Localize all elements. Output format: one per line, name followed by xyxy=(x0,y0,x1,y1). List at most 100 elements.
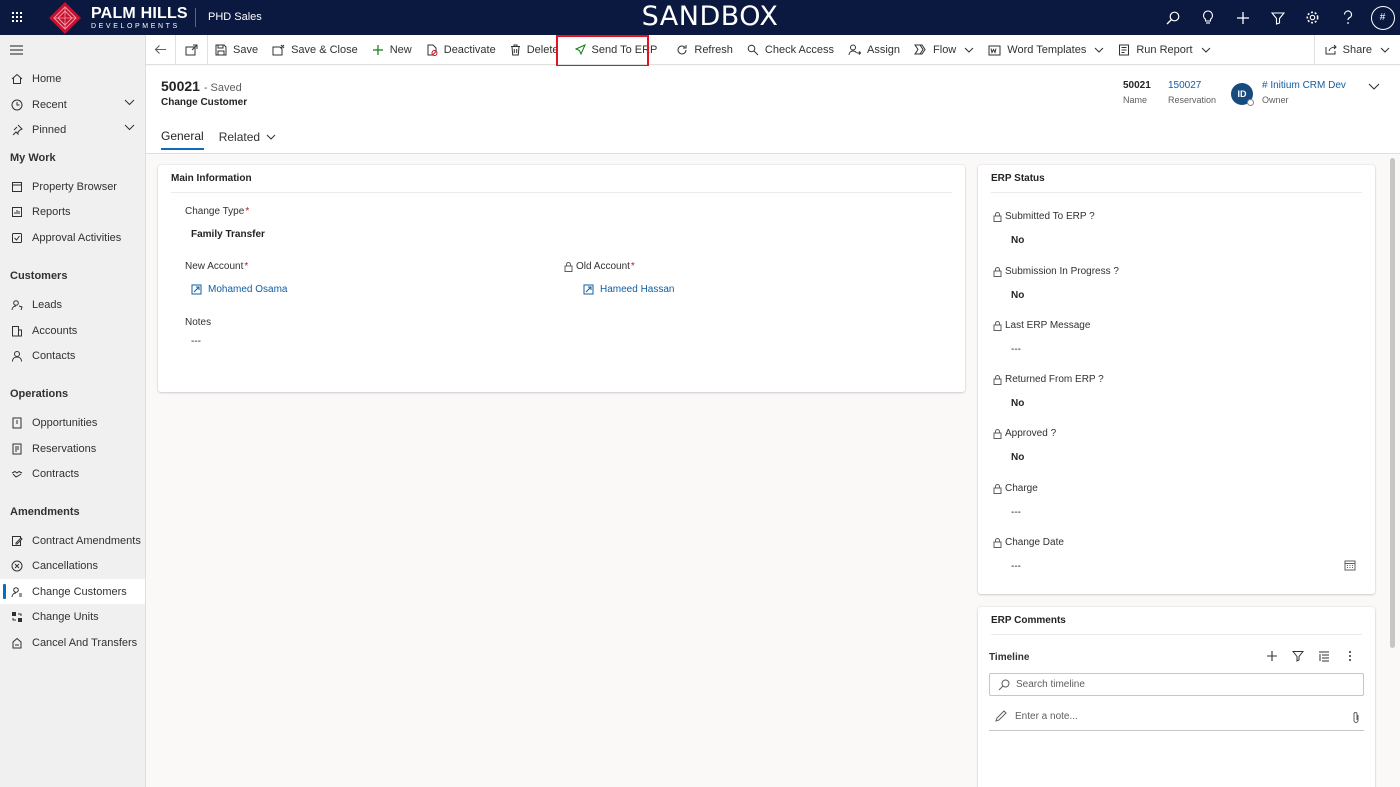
topbar-actions: # xyxy=(1155,0,1400,35)
form-scrollbar[interactable] xyxy=(1390,158,1395,648)
gear-icon[interactable] xyxy=(1295,0,1330,35)
header-reservation-label: Reservation xyxy=(1168,95,1217,105)
chevron-down-icon[interactable] xyxy=(124,124,135,131)
save-close-icon xyxy=(272,44,285,55)
charge-value: --- xyxy=(1011,507,1021,518)
returned-from-erp-label-text: Returned From ERP ? xyxy=(1005,374,1104,385)
old-account-lookup[interactable]: Hameed Hassan xyxy=(583,284,674,295)
app-launcher-waffle-icon[interactable] xyxy=(6,6,28,28)
sidebar-item-contacts[interactable]: Contacts xyxy=(0,343,145,368)
deactivate-label: Deactivate xyxy=(443,43,496,56)
timeline-title: Timeline xyxy=(989,652,1030,663)
sidebar-item-leads[interactable]: Leads xyxy=(0,292,145,317)
record-title: 50021 - Saved xyxy=(161,78,242,94)
returned-from-erp-label: Returned From ERP ? xyxy=(993,374,1104,385)
tab-related[interactable]: Related xyxy=(219,124,276,150)
owner-link[interactable]: # Initium CRM Dev xyxy=(1262,80,1346,91)
sidebar-group-operations: Operations xyxy=(10,388,69,400)
filter-icon[interactable] xyxy=(1260,0,1295,35)
app-name[interactable]: PHD Sales xyxy=(208,11,262,23)
sidebar-item-label: Change Customers xyxy=(32,585,127,598)
sidebar-item-reports[interactable]: Reports xyxy=(0,199,145,224)
erp-comments-section: ERP Comments Timeline Search timeline En… xyxy=(978,607,1375,787)
submitted-to-erp-label-text: Submitted To ERP ? xyxy=(1005,211,1095,222)
enter-note-input[interactable]: Enter a note... xyxy=(989,702,1364,731)
sidebar-item-cancellations[interactable]: Cancellations xyxy=(0,553,145,578)
flow-button[interactable]: Flow xyxy=(907,35,981,65)
plus-icon[interactable] xyxy=(1225,0,1260,35)
back-button[interactable] xyxy=(146,35,175,65)
lightbulb-icon[interactable] xyxy=(1190,0,1225,35)
sidebar-item-contract-amendments[interactable]: Contract Amendments xyxy=(0,528,145,553)
sidebar-item-pinned[interactable]: Pinned xyxy=(0,117,145,142)
account-lookup-icon xyxy=(191,284,202,295)
word-templates-button[interactable]: Word Templates xyxy=(981,35,1111,65)
new-account-lookup[interactable]: Mohamed Osama xyxy=(191,284,287,295)
chevron-down-icon[interactable] xyxy=(124,99,135,106)
user-profile-button[interactable]: # xyxy=(1365,0,1400,35)
sort-list-icon[interactable] xyxy=(1311,650,1337,662)
sidebar-item-opportunities[interactable]: Opportunities xyxy=(0,410,145,435)
filter-icon[interactable] xyxy=(1285,650,1311,662)
save-icon xyxy=(215,44,227,55)
open-new-window-button[interactable] xyxy=(176,35,207,65)
share-button[interactable]: Share xyxy=(1315,35,1400,65)
approved-label-text: Approved ? xyxy=(1005,428,1057,439)
reservation-link[interactable]: 150027 xyxy=(1168,80,1216,91)
change-type-label: Change Type * xyxy=(185,206,249,217)
sidebar-item-label: Change Units xyxy=(32,610,99,623)
sidebar-item-label: Reservations xyxy=(32,442,97,455)
last-erp-message-label: Last ERP Message xyxy=(993,320,1090,331)
more-options-icon[interactable] xyxy=(1337,650,1363,662)
last-erp-message-value: --- xyxy=(1011,344,1021,355)
sidebar-item-change-units[interactable]: Change Units xyxy=(0,604,145,629)
sidebar-item-contracts[interactable]: Contracts xyxy=(0,461,145,486)
report-icon xyxy=(1119,44,1130,55)
sidebar-item-recent[interactable]: Recent xyxy=(0,92,145,117)
refresh-button[interactable]: Refresh xyxy=(669,35,740,65)
sidebar-item-change-customers[interactable]: Change Customers xyxy=(0,579,145,604)
help-icon[interactable] xyxy=(1330,0,1365,35)
sidebar-item-cancel-and-transfers[interactable]: Cancel And Transfers xyxy=(0,630,145,655)
submitted-to-erp-label: Submitted To ERP ? xyxy=(993,211,1095,222)
calendar-icon[interactable] xyxy=(1344,559,1356,571)
section-divider xyxy=(991,634,1362,635)
save-and-close-button[interactable]: Save & Close xyxy=(265,35,365,65)
run-report-button[interactable]: Run Report xyxy=(1111,35,1217,65)
deactivate-button[interactable]: Deactivate xyxy=(419,35,503,65)
search-timeline-input[interactable]: Search timeline xyxy=(989,673,1364,696)
sidebar-item-property-browser[interactable]: Property Browser xyxy=(0,174,145,199)
save-button[interactable]: Save xyxy=(208,35,265,65)
submitted-to-erp-value: No xyxy=(1011,235,1025,246)
new-account-value: Mohamed Osama xyxy=(208,284,288,295)
palm-hills-logo: PALM HILLS DEVELOPMENTS xyxy=(47,1,188,35)
new-button[interactable]: New xyxy=(365,35,419,65)
transfer-icon xyxy=(10,636,23,649)
flow-icon xyxy=(914,44,926,55)
plus-icon[interactable] xyxy=(1259,650,1285,662)
sidebar-item-home[interactable]: Home xyxy=(0,66,145,91)
hamburger-menu-icon[interactable] xyxy=(10,45,23,55)
header-expand-chevron-icon[interactable] xyxy=(1368,83,1380,91)
charge-label-text: Charge xyxy=(1005,483,1038,494)
edit-doc-icon xyxy=(10,534,23,547)
sidebar-item-approval-activities[interactable]: Approval Activities xyxy=(0,225,145,250)
deactivate-icon xyxy=(427,44,438,56)
run-report-label: Run Report xyxy=(1136,43,1193,56)
assign-button[interactable]: Assign xyxy=(841,35,907,65)
paperclip-icon[interactable] xyxy=(1352,711,1360,724)
sidebar-item-reservations[interactable]: Reservations xyxy=(0,436,145,461)
save-label: Save xyxy=(233,43,259,56)
notes-value[interactable]: --- xyxy=(191,336,201,347)
check-access-button[interactable]: Check Access xyxy=(740,35,841,65)
record-header: 50021 - Saved Change Customer 50021 Name… xyxy=(146,66,1400,154)
change-type-value[interactable]: Family Transfer xyxy=(191,229,265,240)
refresh-icon xyxy=(677,44,687,54)
search-icon[interactable] xyxy=(1155,0,1190,35)
charge-label: Charge xyxy=(993,483,1038,494)
share-label: Share xyxy=(1342,43,1372,56)
tab-general[interactable]: General xyxy=(161,124,204,150)
sidebar-item-accounts[interactable]: Accounts xyxy=(0,318,145,343)
new-label: New xyxy=(389,43,412,56)
sidebar-item-label: Cancel And Transfers xyxy=(32,636,138,649)
